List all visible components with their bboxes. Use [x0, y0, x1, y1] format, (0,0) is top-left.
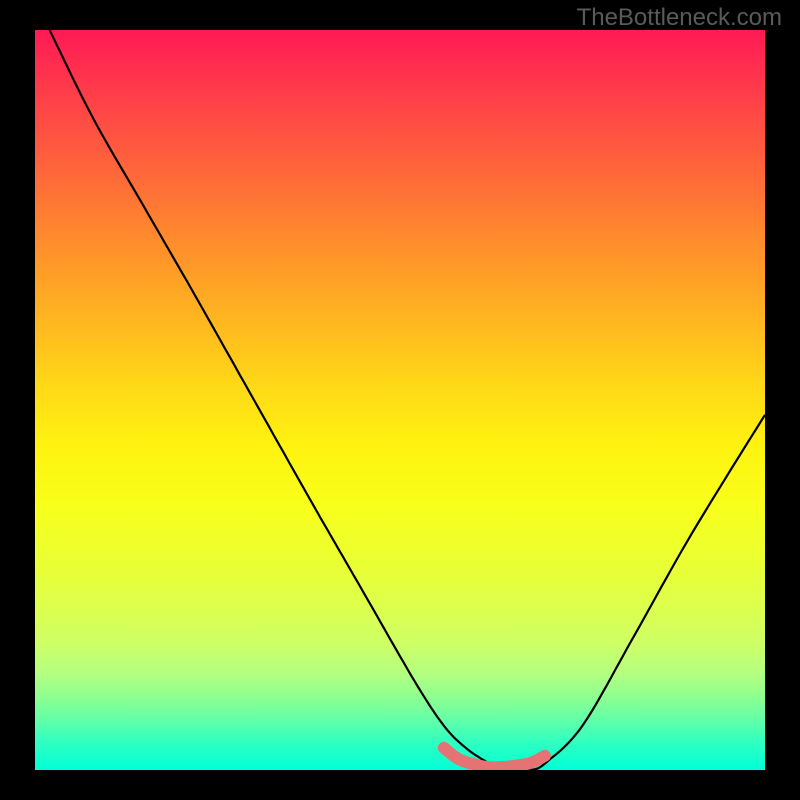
chart-plot-area	[35, 30, 765, 770]
optimal-zone-dots	[444, 748, 545, 768]
bottleneck-curve-line	[50, 30, 765, 770]
chart-svg	[35, 30, 765, 770]
watermark-text: TheBottleneck.com	[577, 4, 782, 32]
